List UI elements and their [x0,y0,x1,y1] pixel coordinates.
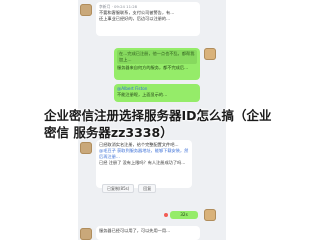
quoted-message: 在…完成已注册，他一点也不乱，都帮我加上… [117,50,197,64]
self-avatar[interactable] [204,48,216,60]
article-title: 企业密信注册选择服务器ID怎么搞（企业密信 服务器zz3338） [44,108,272,140]
self-avatar[interactable] [204,209,216,221]
voice-message[interactable]: 32s [170,211,198,219]
message-bubble[interactable]: 服务器已经可以用了，可以先用一用… [96,226,200,240]
voice-duration: 32s [180,212,188,217]
user-avatar[interactable] [80,228,92,240]
user-avatar[interactable] [80,4,92,16]
message-text: 服务器来自何方的服务，都不完成后… [117,65,189,70]
page: 李新月 · 09:24 11:28 不要和客服联系，支付公司被警告，有… 还上事… [0,0,320,240]
message-actions: 已复制(85s) 回复 [102,184,157,193]
unread-dot-icon [164,213,168,217]
reply-button[interactable]: 回复 [138,184,157,193]
message-bubble[interactable]: @Albert Fiston 不能注册呢，上面显示的… [114,84,200,102]
message-bubble[interactable]: 已经取消实名注册，给个完整配置文件吧… @毛豆子 获取到服务器地址，能够下载安装… [96,140,192,188]
message-bubble[interactable]: 在…完成已注册，他一点也不乱，都帮我加上… 服务器来自何方的服务，都不完成后… [114,48,200,80]
message-text: 还上事业已经好的，后边可以注册的… [99,16,171,21]
message-text: 不能注册呢，上面显示的… [117,92,168,97]
message-text: @毛豆子 获取到服务器地址，能够下载安装，然后再注册… [99,148,189,159]
message-text: 已经 注册了 没有上限吗？有人注册成功了吗… [99,160,186,165]
message-bubble[interactable]: 李新月 · 09:24 11:28 不要和客服联系，支付公司被警告，有… 还上事… [96,2,200,36]
copy-button[interactable]: 已复制(85s) [102,184,135,193]
message-text: 服务器已经可以用了，可以先用一用… [99,228,171,233]
user-avatar[interactable] [80,142,92,154]
